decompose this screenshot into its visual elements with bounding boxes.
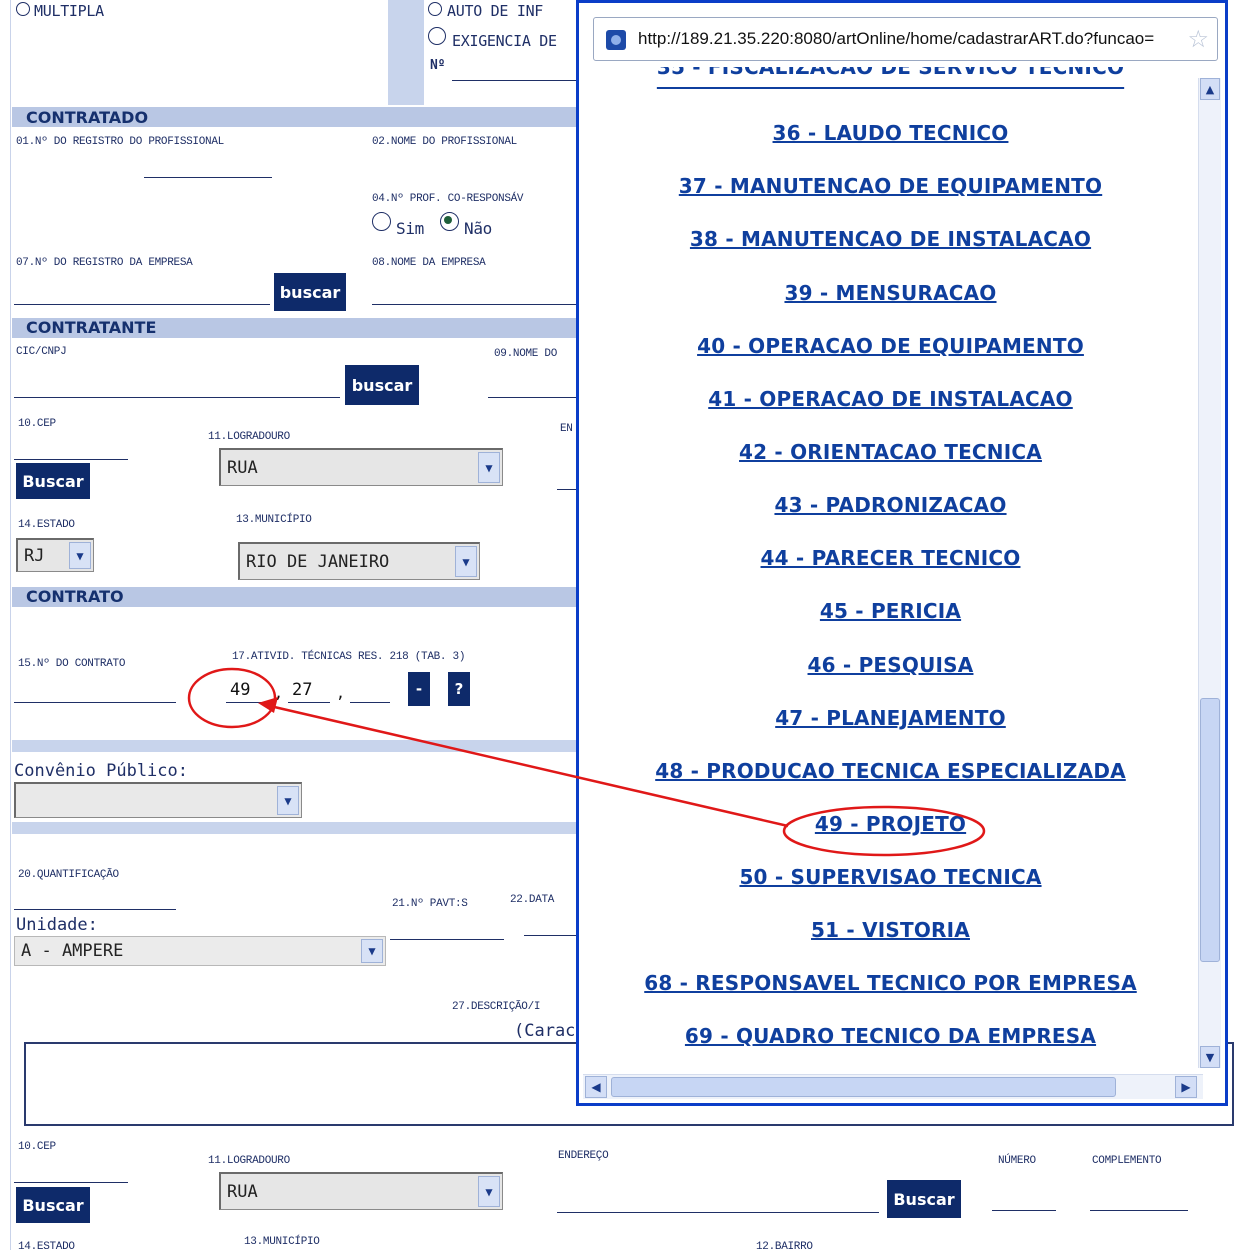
- annotation-arrow-line: [269, 704, 789, 828]
- annotation-overlay: [187, 667, 986, 857]
- annotation-arrow-head-icon: [258, 697, 278, 713]
- highlight-circle-field: [187, 667, 277, 729]
- highlight-circle-projeto: [782, 805, 986, 857]
